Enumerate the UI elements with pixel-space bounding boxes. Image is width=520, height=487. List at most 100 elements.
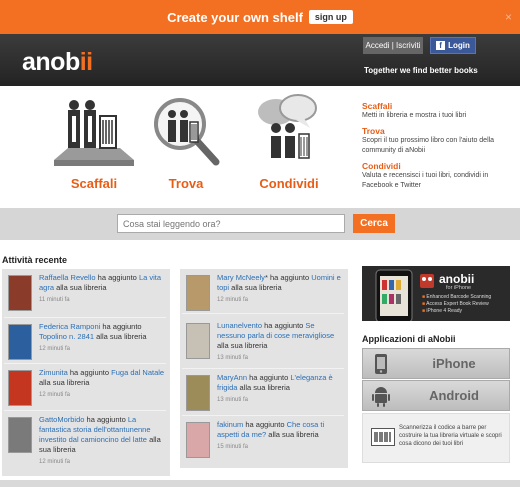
action-suffix: alla sua libreria <box>266 430 319 439</box>
promo-text: Create your own shelf <box>167 9 303 25</box>
desc-title-share[interactable]: Condividi <box>362 161 512 171</box>
facebook-icon: f <box>436 41 446 50</box>
banner-feature-text: Access Expert Book Review <box>426 301 489 307</box>
book-cover[interactable] <box>186 323 210 359</box>
banner-feature: ■ Enhanced Barcode Scanning <box>422 294 492 300</box>
banner-feature: ■ iPhone 4 Ready <box>422 308 463 314</box>
feature-label-share: Condividi <box>259 176 319 191</box>
banner-brand: anobii <box>439 272 475 286</box>
action-suffix: alla sua libreria <box>39 378 90 387</box>
facebook-login-button[interactable]: f Login <box>430 37 476 54</box>
search-button[interactable]: Cerca <box>353 214 395 233</box>
book-link[interactable]: Fuga dal Natale <box>111 368 164 377</box>
banner-feature-text: Enhanced Barcode Scanning <box>426 294 492 300</box>
scan-description: Scannerizza il codice a barre per costru… <box>399 425 502 447</box>
timestamp: 12 minuti fa <box>217 297 249 303</box>
tagline: Together we find better books <box>364 66 478 75</box>
book-cover[interactable] <box>8 324 32 360</box>
divider <box>4 317 166 318</box>
desc-title-find[interactable]: Trova <box>362 126 512 136</box>
iphone-label: iPhone <box>432 356 476 371</box>
divider <box>182 313 344 314</box>
user-link[interactable]: Lunanelvento <box>217 321 262 330</box>
book-cover[interactable] <box>186 275 210 311</box>
activity-column-left: Raffaella Revello ha aggiunto La vita ag… <box>2 269 170 476</box>
book-cover[interactable] <box>186 422 210 458</box>
banner-features: ■ Enhanced Barcode Scanning ■ Access Exp… <box>422 294 491 315</box>
book-cover[interactable] <box>186 375 210 411</box>
facebook-login-label: Login <box>448 41 470 50</box>
close-icon[interactable]: × <box>505 10 512 24</box>
feature-find[interactable]: Trova <box>148 86 224 196</box>
desc-body-share: Valuta e recensisci i tuoi libri, condiv… <box>362 172 489 189</box>
book-link[interactable]: Topolino n. 2841 <box>39 332 94 341</box>
divider <box>4 363 166 364</box>
user-link[interactable]: Zimunita <box>39 368 68 377</box>
divider <box>182 415 344 416</box>
book-cover[interactable] <box>8 275 32 311</box>
divider <box>4 410 166 411</box>
action-text: ha aggiunto <box>67 368 112 377</box>
footer-divider <box>0 480 520 487</box>
bookshelf-icon <box>54 100 134 166</box>
action-suffix: alla sua libreria <box>94 332 147 341</box>
android-label: Android <box>429 388 479 403</box>
iphone-app-button[interactable]: iPhone <box>362 348 510 379</box>
desc-body-shelves: Metti in libreria e mostra i tuoi libri <box>362 112 467 119</box>
action-suffix: alla sua libreria <box>217 341 268 350</box>
feature-descriptions: Scaffali Metti in libreria e mostra i tu… <box>362 96 512 191</box>
search-bar: Cerca <box>0 208 520 240</box>
feature-shelves[interactable]: Scaffali <box>48 86 140 196</box>
user-link[interactable]: MaryAnn <box>217 373 247 382</box>
search-input[interactable] <box>117 214 345 233</box>
desc-title-shelves[interactable]: Scaffali <box>362 101 512 111</box>
timestamp: 13 minuti fa <box>217 397 249 403</box>
android-app-button[interactable]: Android <box>362 380 510 411</box>
logo-main: anob <box>22 48 80 76</box>
timestamp: 12 minuti fa <box>39 392 71 398</box>
chat-bubbles-icon <box>258 94 317 159</box>
logo[interactable]: anobii <box>22 48 93 77</box>
hero: Scaffali Trova Condividi Scaffali Metti … <box>0 86 520 208</box>
user-link[interactable]: fakinum <box>217 420 243 429</box>
barcode-scan-info: Scannerizza il codice a barre per costru… <box>362 413 510 463</box>
feature-share[interactable]: Condividi <box>254 86 324 196</box>
action-text: ha aggiunto <box>247 373 291 382</box>
promo-bar: Create your own shelf sign up × <box>0 0 520 34</box>
magnifier-icon <box>154 98 220 166</box>
feature-label-shelves: Scaffali <box>70 176 118 191</box>
sign-up-button[interactable]: sign up <box>308 10 353 24</box>
timestamp: 12 minuti fa <box>39 459 71 465</box>
barcode-icon <box>371 428 395 451</box>
activity-column-right: Mary McNeely* ha aggiunto Uomini e topi … <box>180 269 348 468</box>
header: anobii Accedi | Iscriviti f Login Togeth… <box>0 34 520 86</box>
action-text: ha aggiunto <box>84 415 128 424</box>
timestamp: 15 minuti fa <box>217 444 249 450</box>
user-link[interactable]: Federica Ramponi <box>39 322 100 331</box>
logo-accent: ii <box>79 48 93 76</box>
action-suffix: alla sua libreria <box>237 383 290 392</box>
book-cover[interactable] <box>8 370 32 406</box>
timestamp: 13 minuti fa <box>217 355 249 361</box>
iphone-app-banner[interactable]: anobii for iPhone ■ Enhanced Barcode Sca… <box>362 266 510 321</box>
desc-body-find: Scopri il tuo prossimo libro con l'aiuto… <box>362 137 495 154</box>
android-icon <box>363 385 399 407</box>
timestamp: 12 minuti fa <box>39 346 71 352</box>
banner-feature: ■ Access Expert Book Review <box>422 301 489 307</box>
banner-platform: for iPhone <box>446 285 472 291</box>
user-link[interactable]: GattoMorbido <box>39 415 84 424</box>
book-cover[interactable] <box>8 417 32 453</box>
feature-label-find: Trova <box>168 176 204 191</box>
action-suffix: alla sua libreria <box>54 283 107 292</box>
user-link[interactable]: Raffaella Revello <box>39 273 96 282</box>
login-signup-button[interactable]: Accedi | Iscriviti <box>363 37 423 54</box>
apps-title: Applicazioni di aNobii <box>362 334 456 344</box>
action-suffix: alla sua libreria <box>229 283 282 292</box>
action-text: ha aggiunto <box>100 322 142 331</box>
action-text: ha aggiunto <box>243 420 287 429</box>
action-text: ha aggiunto <box>262 321 306 330</box>
action-text: * ha aggiunto <box>264 273 312 282</box>
user-link[interactable]: Mary McNeely <box>217 273 265 282</box>
banner-feature-text: iPhone 4 Ready <box>426 308 463 314</box>
recent-activity-title: Attività recente <box>2 255 68 265</box>
